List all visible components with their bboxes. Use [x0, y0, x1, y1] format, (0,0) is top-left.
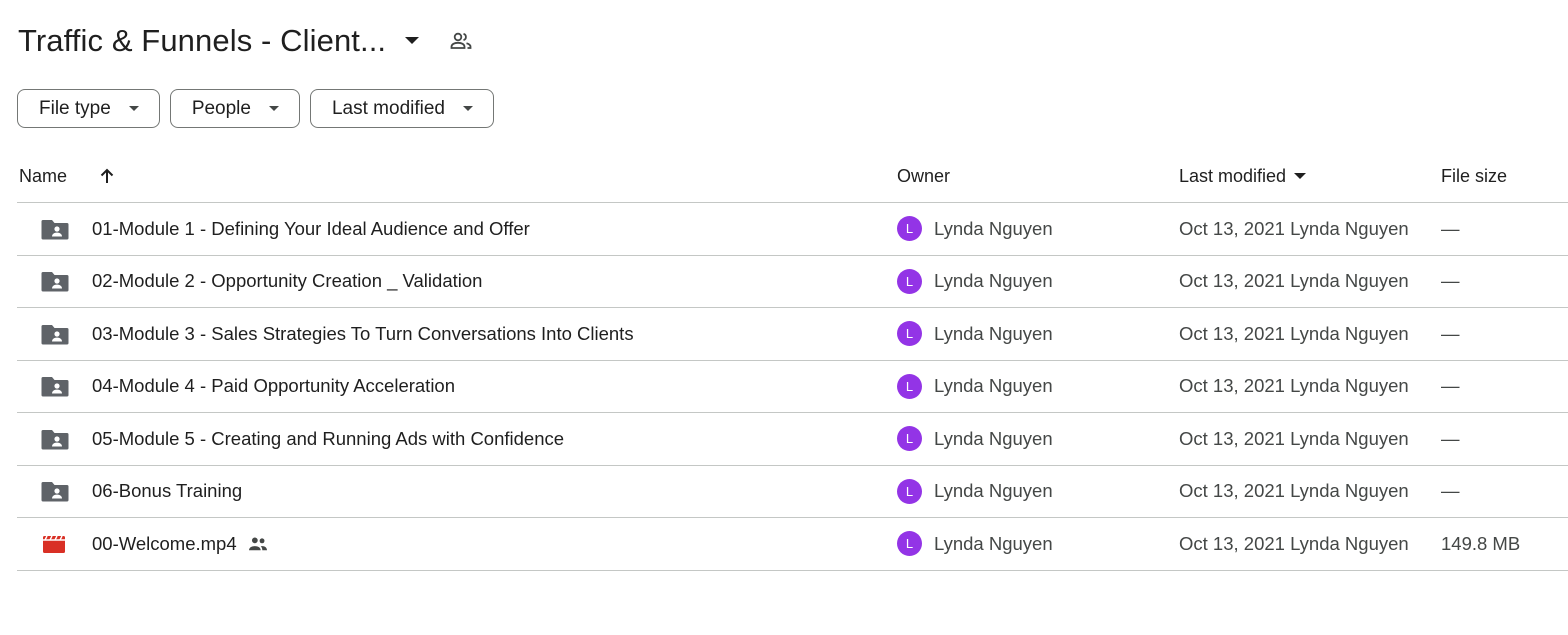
folder-title[interactable]: Traffic & Funnels - Client... [18, 23, 386, 59]
shared-people-icon [247, 535, 269, 553]
owner-cell: L Lynda Nguyen [897, 413, 1053, 465]
last-modified: Oct 13, 2021 Lynda Nguyen [1179, 427, 1409, 449]
file-name[interactable]: 02-Module 2 - Opportunity Creation _ Val… [92, 256, 482, 308]
shared-folder-icon [41, 308, 69, 360]
owner-name: Lynda Nguyen [934, 270, 1053, 292]
file-name[interactable]: 05-Module 5 - Creating and Running Ads w… [92, 413, 564, 465]
caret-down-icon [463, 106, 473, 111]
owner-name: Lynda Nguyen [934, 322, 1053, 344]
people-outline-icon[interactable] [448, 28, 474, 54]
owner-cell: L Lynda Nguyen [897, 308, 1053, 360]
sort-descending-icon [1294, 173, 1307, 179]
owner-cell: L Lynda Nguyen [897, 256, 1053, 308]
column-header-last-modified[interactable]: Last modified [1179, 150, 1307, 202]
avatar: L [897, 216, 922, 242]
filter-file-type[interactable]: File type [17, 89, 160, 128]
video-file-icon [41, 518, 69, 570]
avatar: L [897, 373, 922, 399]
last-modified: Oct 13, 2021 Lynda Nguyen [1179, 217, 1409, 239]
filter-last-modified[interactable]: Last modified [309, 89, 494, 128]
shared-folder-icon [41, 466, 69, 518]
file-name[interactable]: 00-Welcome.mp4 [92, 518, 269, 570]
column-header-label: Last modified [1179, 165, 1287, 186]
owner-name: Lynda Nguyen [934, 532, 1053, 554]
column-header-owner[interactable]: Owner [897, 150, 950, 202]
table-row[interactable]: 06-Bonus Training L Lynda Nguyen Oct 13, … [17, 466, 1568, 518]
owner-cell: L Lynda Nguyen [897, 466, 1053, 518]
owner-name: Lynda Nguyen [934, 375, 1053, 397]
shared-folder-icon [41, 413, 69, 465]
owner-name: Lynda Nguyen [934, 217, 1053, 239]
filter-label: People [191, 97, 251, 119]
table-header: Name Owner Last modified File size [17, 150, 1568, 203]
owner-name: Lynda Nguyen [934, 480, 1053, 502]
file-name[interactable]: 06-Bonus Training [92, 466, 242, 518]
last-modified: Oct 13, 2021 Lynda Nguyen [1179, 532, 1409, 554]
last-modified: Oct 13, 2021 Lynda Nguyen [1179, 322, 1409, 344]
file-size: — [1441, 322, 1460, 344]
arrow-drop-down-icon[interactable] [400, 29, 424, 53]
file-name[interactable]: 03-Module 3 - Sales Strategies To Turn C… [92, 308, 634, 360]
avatar: L [897, 321, 922, 347]
shared-folder-icon [41, 203, 69, 255]
column-header-file-size[interactable]: File size [1441, 150, 1507, 202]
table-row[interactable]: 02-Module 2 - Opportunity Creation _ Val… [17, 256, 1568, 308]
owner-cell: L Lynda Nguyen [897, 518, 1053, 570]
avatar: L [897, 478, 922, 504]
file-size: — [1441, 427, 1460, 449]
last-modified: Oct 13, 2021 Lynda Nguyen [1179, 270, 1409, 292]
file-size: — [1441, 270, 1460, 292]
last-modified: Oct 13, 2021 Lynda Nguyen [1179, 375, 1409, 397]
sort-ascending-icon[interactable] [97, 150, 117, 202]
caret-down-icon [268, 106, 279, 111]
file-name-label: 00-Welcome.mp4 [92, 532, 237, 554]
filter-people[interactable]: People [169, 89, 300, 128]
last-modified: Oct 13, 2021 Lynda Nguyen [1179, 480, 1409, 502]
file-size: — [1441, 375, 1460, 397]
folder-title-bar: Traffic & Funnels - Client... [18, 18, 474, 64]
file-size: — [1441, 217, 1460, 239]
owner-name: Lynda Nguyen [934, 427, 1053, 449]
shared-folder-icon [41, 361, 69, 413]
file-size: 149.8 MB [1441, 532, 1521, 554]
shared-folder-icon [41, 256, 69, 308]
caret-down-icon [128, 106, 139, 111]
avatar: L [897, 531, 922, 557]
table-row[interactable]: 05-Module 5 - Creating and Running Ads w… [17, 413, 1568, 466]
table-row[interactable]: 00-Welcome.mp4 L Lynda Nguyen Oct 13, 202… [17, 518, 1568, 571]
owner-cell: L Lynda Nguyen [897, 203, 1053, 255]
table-row[interactable]: 03-Module 3 - Sales Strategies To Turn C… [17, 308, 1568, 361]
file-list-table: Name Owner Last modified File size 01-Mo… [17, 150, 1568, 571]
filter-bar: File type People Last modified [17, 89, 494, 128]
filter-label: File type [39, 97, 111, 119]
table-row[interactable]: 04-Module 4 - Paid Opportunity Accelerat… [17, 361, 1568, 413]
table-row[interactable]: 01-Module 1 - Defining Your Ideal Audien… [17, 203, 1568, 256]
owner-cell: L Lynda Nguyen [897, 361, 1053, 413]
file-name[interactable]: 01-Module 1 - Defining Your Ideal Audien… [92, 203, 530, 255]
filter-label: Last modified [331, 97, 445, 119]
column-header-name[interactable]: Name [19, 150, 67, 202]
avatar: L [897, 426, 922, 452]
avatar: L [897, 268, 922, 294]
file-name[interactable]: 04-Module 4 - Paid Opportunity Accelerat… [92, 361, 455, 413]
file-size: — [1441, 480, 1460, 502]
